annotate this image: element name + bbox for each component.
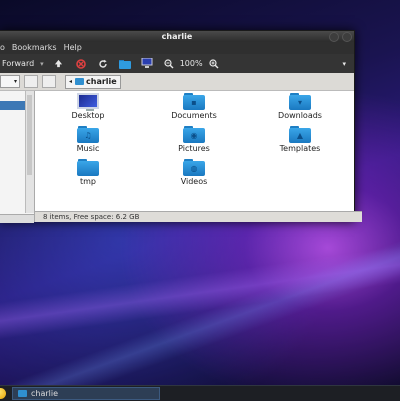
file-label: Documents [171,111,217,120]
file-item-desktop[interactable]: Desktop [35,93,141,120]
path-scroll-left-icon[interactable]: ◂ [69,78,72,85]
side-pane-selected-item[interactable] [0,101,26,110]
side-pane-scrollbar[interactable] [25,91,34,213]
documents-folder-icon: ▪ [183,93,205,110]
downloads-folder-icon: ▾ [289,93,311,110]
file-item-pictures[interactable]: ◉ Pictures [141,126,247,153]
file-item-music[interactable]: ♫ Music [35,126,141,153]
location-bar: ▾ ◂ charlie [0,73,354,91]
reload-icon[interactable] [96,57,110,71]
forward-button[interactable]: Forward [2,59,34,68]
toggle-sidepane-button[interactable] [24,75,38,88]
home-folder-icon[interactable] [118,57,132,71]
forward-history-dropdown[interactable]: ▾ [40,60,44,68]
file-item-downloads[interactable]: ▾ Downloads [247,93,353,120]
start-menu-icon[interactable] [0,388,6,399]
location-mode-button[interactable] [42,75,56,88]
toolbar-overflow-menu[interactable]: ▾ [342,60,346,68]
desktop-icon [77,93,99,111]
music-folder-icon: ♫ [77,126,99,143]
file-item-documents[interactable]: ▪ Documents [141,93,247,120]
close-button[interactable] [342,32,352,42]
sidepane-mode-dropdown[interactable]: ▾ [0,75,20,88]
menu-bookmarks[interactable]: Bookmarks [12,42,57,54]
videos-folder-icon: ◍ [183,159,205,176]
pictures-folder-icon: ◉ [183,126,205,143]
up-arrow-icon[interactable] [52,57,66,71]
computer-icon[interactable] [140,57,154,71]
zoom-level: 100% [179,59,203,68]
window-title: charlie [161,32,193,41]
folder-icon [18,390,27,397]
path-bar: ◂ charlie [65,74,121,89]
file-label: Videos [180,177,208,186]
side-pane [0,91,35,223]
icon-view[interactable]: Desktop ▪ Documents ▾ Downloads ♫ Music … [35,91,354,222]
status-bar: 8 items, Free space: 6.2 GB [35,211,362,222]
breadcrumb-label: charlie [86,77,117,86]
zoom-in-icon[interactable] [207,57,221,71]
file-label: Music [76,144,100,153]
breadcrumb-charlie[interactable]: charlie [75,77,117,86]
window-titlebar[interactable]: charlie [0,31,354,42]
folder-icon [77,159,99,176]
toolbar: Forward ▾ 100% ▾ [0,54,354,73]
file-manager-window: charlie o Bookmarks Help Forward ▾ 100% … [0,30,362,223]
file-label: Downloads [278,111,322,120]
menu-go[interactable]: o [0,42,5,54]
templates-folder-icon: ▲ [289,126,311,143]
file-label: tmp [79,177,96,186]
zoom-out-icon[interactable] [162,57,176,71]
file-item-videos[interactable]: ◍ Videos [141,159,247,186]
file-item-templates[interactable]: ▲ Templates [247,126,353,153]
minimize-button[interactable] [329,32,339,42]
file-item-tmp[interactable]: tmp [35,159,141,186]
side-pane-footer [0,214,34,223]
file-label: Templates [279,144,321,153]
folder-icon [75,78,85,85]
content-area: Desktop ▪ Documents ▾ Downloads ♫ Music … [0,91,362,223]
wallpaper-streaks [0,210,400,385]
taskbar-window-label: charlie [31,389,59,398]
taskbar-window-button[interactable]: charlie [12,387,160,400]
menubar: o Bookmarks Help [0,42,354,54]
menu-help[interactable]: Help [64,42,82,54]
taskbar: charlie [0,385,400,401]
stop-icon[interactable] [74,57,88,71]
file-label: Desktop [71,111,105,120]
file-label: Pictures [178,144,210,153]
